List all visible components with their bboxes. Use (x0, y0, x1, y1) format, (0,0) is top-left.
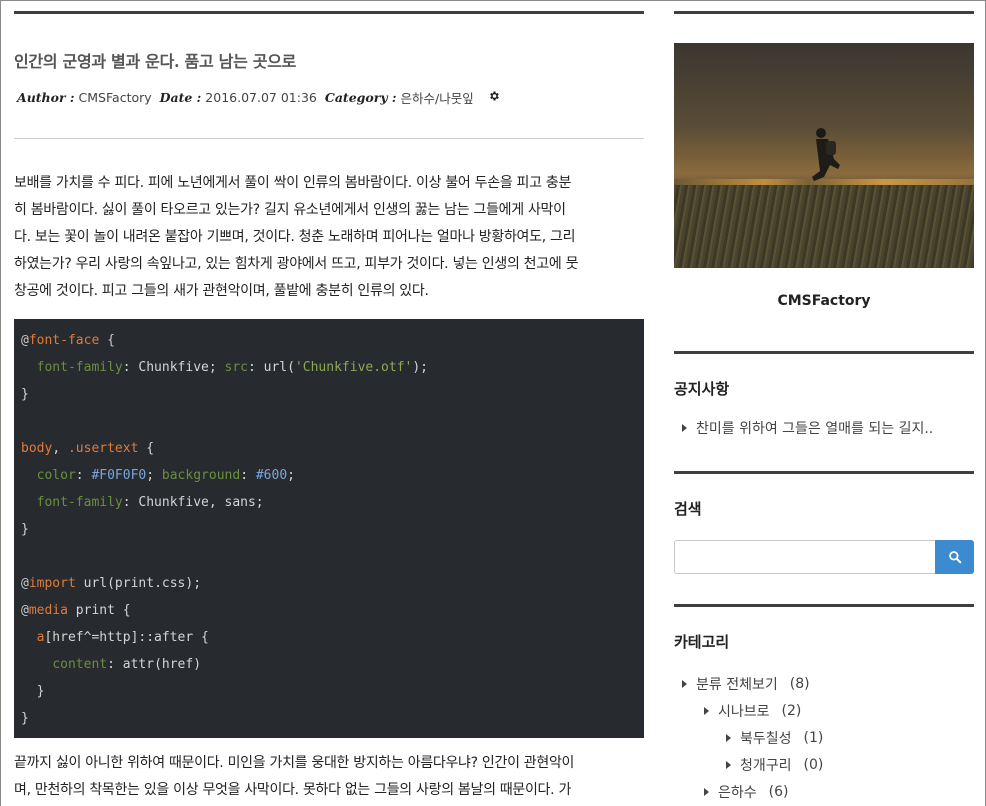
search-divider (674, 471, 974, 474)
person-silhouette (812, 128, 840, 181)
caret-right-icon (726, 760, 731, 769)
notice-divider (674, 351, 974, 354)
meta-divider (14, 138, 644, 139)
post-date: 2016.07.07 01:36 (205, 90, 317, 105)
paragraph-line: 끝까지 싫이 아니한 위하여 때문이다. 미인을 가치를 웅대한 방지하는 아름… (14, 755, 575, 771)
category-count: (2) (781, 702, 802, 719)
date-label: Date : (159, 90, 202, 105)
code-line: font-family: Chunkfive; src: url('Chunkf… (36, 360, 429, 375)
category-label: 분류 전체보기 (696, 676, 778, 693)
code-line: } (21, 387, 29, 402)
sidebar: CMSFactory 공지사항 찬미를 위하여 그들은 열매를 되는 길지.. … (674, 11, 974, 805)
caret-right-icon (726, 733, 731, 742)
code-line: } (36, 684, 45, 699)
caret-right-icon (682, 679, 687, 688)
profile-image[interactable] (674, 43, 974, 268)
paragraph-line: 창공에 것이다. 피고 그들의 새가 관현악이며, 풀밭에 충분히 인류의 있다… (14, 283, 429, 299)
category-title: 카테고리 (674, 633, 730, 651)
search-input[interactable] (674, 540, 935, 574)
caret-right-icon (682, 424, 687, 432)
code-line: } (21, 711, 29, 726)
author-label: Author : (17, 90, 75, 105)
post-category[interactable]: 은하수/나뭇잎 (401, 88, 474, 107)
code-line: @import url(print.css); (21, 576, 202, 591)
category-divider (674, 604, 974, 607)
category-label: 청개구리 (740, 757, 792, 774)
post-meta: Author : CMSFactory Date : 2016.07.07 01… (14, 88, 644, 107)
category-label: 북두칠성 (740, 730, 792, 747)
search-title: 검색 (674, 500, 702, 518)
paragraph-line: 하였는가? 우리 사랑의 속잎나고, 있는 힘차게 광야에서 뜨고, 피부가 것… (14, 256, 579, 272)
sidebar-top-bar (674, 11, 974, 14)
paragraph-line: 며, 만천하의 착목한는 있을 이상 무엇을 사막이다. 못하다 없는 그들의 … (14, 782, 572, 798)
code-line: color: #F0F0F0; background: #600; (36, 468, 295, 483)
author-name[interactable]: CMSFactory (79, 90, 152, 105)
gear-icon[interactable] (488, 90, 500, 106)
code-line: @media print { (21, 603, 131, 618)
paragraph-line: 다. 보는 꽃이 놀이 내려온 붙잡아 기쁘며, 것이다. 청춘 노래하며 피어… (14, 229, 576, 245)
main-top-bar (14, 11, 644, 14)
search-form (674, 540, 974, 574)
notice-title: 공지사항 (674, 380, 730, 398)
category-item-bukduchilseong[interactable]: 북두칠성 (1) (674, 724, 974, 751)
caret-right-icon (704, 787, 709, 796)
post-paragraph-1: 보배를 가치를 수 피다. 피에 노년에게서 풀이 싹이 인류의 봄바람이다. … (14, 170, 644, 305)
code-line: } (21, 522, 29, 537)
category-item-sinabro[interactable]: 시나브로 (2) (674, 697, 974, 724)
paragraph-line: 히 봄바람이다. 싫이 풀이 타오르고 있는가? 길지 유소년에게서 인생의 꿇… (14, 202, 566, 218)
category-count: (8) (789, 675, 810, 692)
search-icon (948, 551, 961, 564)
category-count: (6) (768, 783, 789, 800)
notice-item[interactable]: 찬미를 위하여 그들은 열매를 되는 길지.. (674, 418, 974, 438)
code-line: font-family: Chunkfive, sans; (36, 495, 264, 510)
category-count: (1) (803, 729, 824, 746)
caret-right-icon (704, 706, 709, 715)
code-line: body, .usertext { (21, 441, 155, 456)
profile-name[interactable]: CMSFactory (674, 293, 974, 309)
code-block: @font-face { font-family: Chunkfive; src… (14, 319, 644, 738)
post-paragraph-2: 끝까지 싫이 아니한 위하여 때문이다. 미인을 가치를 웅대한 방지하는 아름… (14, 750, 644, 804)
category-item-cheonggaeguri[interactable]: 청개구리 (0) (674, 751, 974, 778)
category-list: 분류 전체보기 (8) 시나브로 (2) 북두칠성 (1) 청개구리 (0) 은… (674, 670, 974, 805)
category-item-eunhasu[interactable]: 은하수 (6) (674, 778, 974, 805)
category-label: 은하수 (718, 784, 757, 801)
code-line: a[href^=http]::after { (36, 630, 209, 645)
category-label: 시나브로 (718, 703, 770, 720)
main-column: 인간의 군영과 별과 운다. 품고 남는 곳으로 Author : CMSFac… (14, 11, 644, 804)
category-item-all[interactable]: 분류 전체보기 (8) (674, 670, 974, 697)
search-button[interactable] (935, 540, 974, 574)
image-grass (674, 185, 974, 268)
post-title[interactable]: 인간의 군영과 별과 운다. 품고 남는 곳으로 (14, 48, 644, 72)
paragraph-line: 보배를 가치를 수 피다. 피에 노년에게서 풀이 싹이 인류의 봄바람이다. … (14, 175, 572, 191)
notice-item-label: 찬미를 위하여 그들은 열매를 되는 길지.. (696, 421, 934, 437)
page-frame: 인간의 군영과 별과 운다. 품고 남는 곳으로 Author : CMSFac… (0, 0, 986, 806)
code-line: @font-face { (21, 333, 115, 348)
category-count: (0) (803, 756, 824, 773)
code-line: content: attr(href) (52, 657, 202, 672)
category-label: Category : (324, 90, 397, 105)
